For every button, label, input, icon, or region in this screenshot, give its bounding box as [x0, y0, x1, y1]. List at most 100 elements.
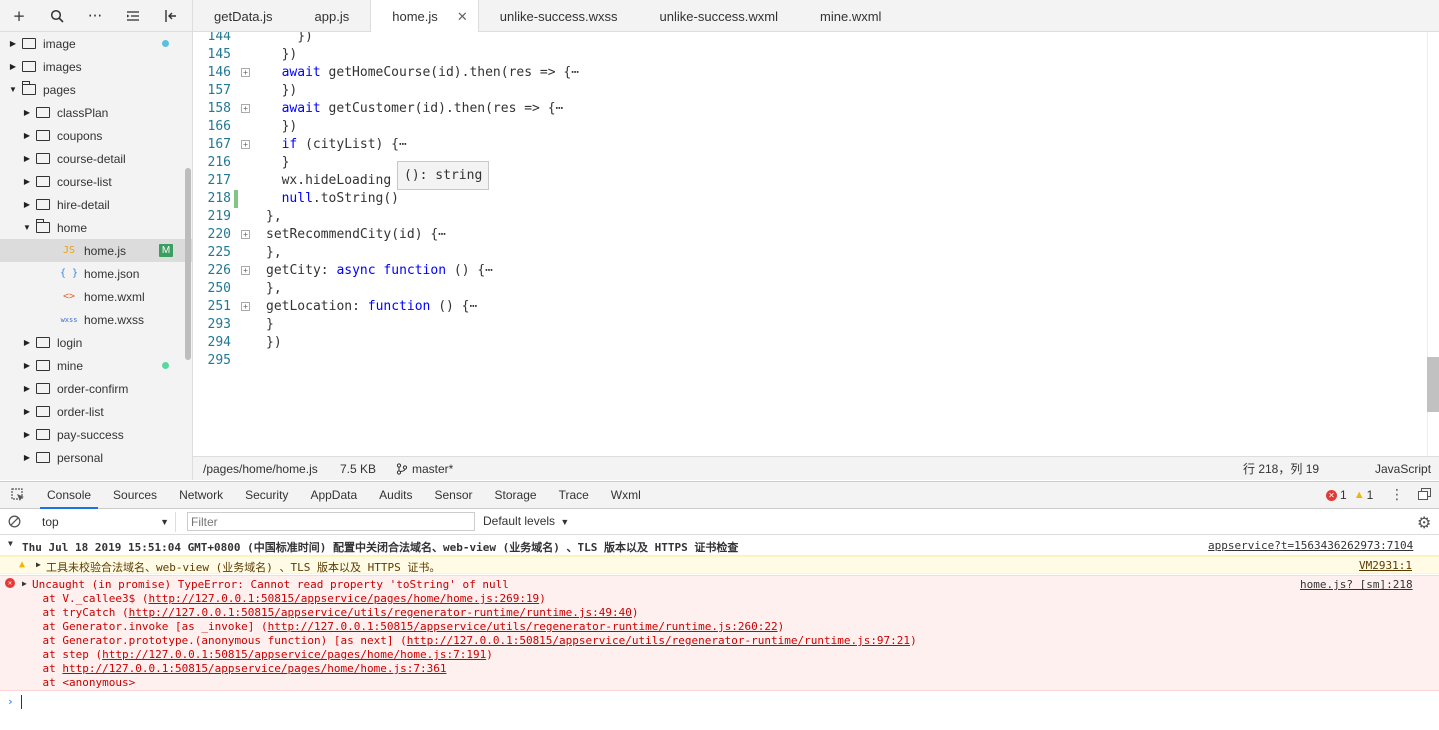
- code-line[interactable]: 166}): [193, 118, 1423, 136]
- code-line[interactable]: 225},: [193, 244, 1423, 262]
- devtools-tab-storage[interactable]: Storage: [484, 482, 548, 509]
- chevron-right-icon[interactable]: ▶: [22, 430, 32, 439]
- devtools-tab-wxml[interactable]: Wxml: [600, 482, 652, 509]
- devtools-tab-sensor[interactable]: Sensor: [424, 482, 484, 509]
- chevron-right-icon[interactable]: ▶: [8, 39, 18, 48]
- code-line[interactable]: 219},: [193, 208, 1423, 226]
- tree-item[interactable]: { } home.json: [0, 262, 192, 285]
- tree-item[interactable]: ▼ home: [0, 216, 192, 239]
- console-group[interactable]: ▼ Thu Jul 18 2019 15:51:04 GMT+0800 (中国标…: [0, 535, 1439, 556]
- chevron-right-icon[interactable]: ▶: [8, 62, 18, 71]
- tree-item[interactable]: ▶ images: [0, 55, 192, 78]
- code-line[interactable]: 145}): [193, 46, 1423, 64]
- code-line[interactable]: 146 + await getHomeCourse(id).then(res => …: [193, 64, 1423, 82]
- tree-item[interactable]: ▶ order-confirm: [0, 377, 192, 400]
- console-group-source-link[interactable]: appservice?t=1563436262973:7104: [1208, 539, 1413, 552]
- tree-item[interactable]: JS home.js M: [0, 239, 192, 262]
- sidebar-scrollbar[interactable]: [185, 168, 191, 360]
- chevron-right-icon[interactable]: ▶: [22, 361, 32, 370]
- expand-arrow-icon[interactable]: ▶: [36, 560, 41, 569]
- code-line[interactable]: 216}: [193, 154, 1423, 172]
- devtools-tab-audits[interactable]: Audits: [368, 482, 423, 509]
- console-prompt[interactable]: ›: [0, 692, 1439, 712]
- stack-frame-link[interactable]: http://127.0.0.1:50815/appservice/pages/…: [148, 592, 539, 605]
- code-line[interactable]: 167 + if (cityList) {⋯: [193, 136, 1423, 154]
- tree-item[interactable]: ▶ course-list: [0, 170, 192, 193]
- console-filter-input[interactable]: [187, 512, 475, 531]
- expand-arrow-icon[interactable]: ▶: [22, 579, 27, 588]
- editor-tab[interactable]: app.js: [294, 0, 371, 32]
- stack-frame-link[interactable]: http://127.0.0.1:50815/appservice/pages/…: [102, 648, 486, 661]
- chevron-down-icon[interactable]: ▼: [8, 85, 18, 94]
- code-line[interactable]: 250},: [193, 280, 1423, 298]
- status-file-path[interactable]: /pages/home/home.js: [203, 462, 318, 476]
- inspect-icon[interactable]: [0, 482, 36, 509]
- console-input-caret[interactable]: [21, 695, 22, 709]
- expand-arrow-icon[interactable]: ▼: [8, 539, 13, 548]
- stack-frame-link[interactable]: http://127.0.0.1:50815/appservice/pages/…: [62, 662, 446, 675]
- code-line[interactable]: 157}): [193, 82, 1423, 100]
- console-warning-row[interactable]: ▲ ▶ 工具未校验合法域名、web-view (业务域名) 、TLS 版本以及 …: [0, 556, 1439, 574]
- chevron-right-icon[interactable]: ▶: [22, 338, 32, 347]
- tree-item[interactable]: ▶ mine: [0, 354, 192, 377]
- tree-item[interactable]: ▶ pay-success: [0, 423, 192, 446]
- console-warning-source-link[interactable]: VM2931:1: [1359, 559, 1412, 572]
- stack-frame-link[interactable]: http://127.0.0.1:50815/appservice/utils/…: [268, 620, 778, 633]
- tree-item[interactable]: ▶ hire-detail: [0, 193, 192, 216]
- status-branch[interactable]: master*: [412, 462, 453, 476]
- clear-console-icon[interactable]: [8, 515, 21, 531]
- editor-tab[interactable]: getData.js: [193, 0, 294, 32]
- status-cursor-position[interactable]: 行 218，列 19: [1243, 460, 1319, 477]
- editor-scrollbar-thumb[interactable]: [1427, 357, 1439, 412]
- code-line[interactable]: 226 + getCity: async function () {⋯: [193, 262, 1423, 280]
- code-line[interactable]: 294}): [193, 334, 1423, 352]
- devtools-tab-appdata[interactable]: AppData: [299, 482, 368, 509]
- tree-item[interactable]: ▶ coupons: [0, 124, 192, 147]
- stack-frame-link[interactable]: http://127.0.0.1:50815/appservice/utils/…: [129, 606, 632, 619]
- editor-tab[interactable]: home.js ✕: [370, 0, 479, 33]
- code-editor[interactable]: 144}) 145}) 146 + await getHomeCourse(id).th…: [193, 32, 1439, 456]
- chevron-right-icon[interactable]: ▶: [22, 200, 32, 209]
- code-line[interactable]: 218 null.toString(): [193, 190, 1423, 208]
- chevron-right-icon[interactable]: ▶: [22, 407, 32, 416]
- issue-counters[interactable]: ✕ 1 ▲ 1: [1326, 488, 1373, 502]
- tree-item[interactable]: ▶ classPlan: [0, 101, 192, 124]
- tree-item[interactable]: ▶ course-detail: [0, 147, 192, 170]
- search-icon[interactable]: [38, 0, 76, 32]
- code-line[interactable]: 293}: [193, 316, 1423, 334]
- stack-frame-link[interactable]: http://127.0.0.1:50815/appservice/utils/…: [407, 634, 910, 647]
- editor-tab[interactable]: unlike-success.wxml: [639, 0, 799, 32]
- tree-item[interactable]: ▶ order-list: [0, 400, 192, 423]
- plus-icon[interactable]: +: [0, 0, 38, 32]
- chevron-down-icon[interactable]: ▼: [22, 223, 32, 232]
- code-line[interactable]: 217 wx.hideLoading: [193, 172, 1423, 190]
- devtools-tab-security[interactable]: Security: [234, 482, 299, 509]
- tree-item[interactable]: ▶ image: [0, 32, 192, 55]
- editor-tab[interactable]: unlike-success.wxss: [479, 0, 639, 32]
- devtools-tab-trace[interactable]: Trace: [548, 482, 600, 509]
- tree-item[interactable]: ▼ pages: [0, 78, 192, 101]
- chevron-right-icon[interactable]: ▶: [22, 131, 32, 140]
- code-line[interactable]: 144}): [193, 32, 1423, 46]
- code-line[interactable]: 251 + getLocation: function () {⋯: [193, 298, 1423, 316]
- console-error-block[interactable]: ✕ ▶ Uncaught (in promise) TypeError: Can…: [0, 575, 1439, 691]
- fold-expand-icon[interactable]: +: [241, 140, 250, 149]
- close-icon[interactable]: ✕: [457, 9, 468, 25]
- collapse-icon[interactable]: [114, 0, 152, 32]
- code-line[interactable]: 220 + setRecommendCity(id) {⋯: [193, 226, 1423, 244]
- code-line[interactable]: 295: [193, 352, 1423, 370]
- tree-item[interactable]: wxss home.wxss: [0, 308, 192, 331]
- fold-expand-icon[interactable]: +: [241, 302, 250, 311]
- code-line[interactable]: 158 + await getCustomer(id).then(res => {⋯: [193, 100, 1423, 118]
- tree-item[interactable]: ▶ login: [0, 331, 192, 354]
- fold-expand-icon[interactable]: +: [241, 68, 250, 77]
- fold-expand-icon[interactable]: +: [241, 230, 250, 239]
- tree-item[interactable]: <> home.wxml: [0, 285, 192, 308]
- devtools-tab-network[interactable]: Network: [168, 482, 234, 509]
- devtools-tab-console[interactable]: Console: [36, 482, 102, 509]
- gear-icon[interactable]: ⚙: [1417, 513, 1431, 532]
- log-levels-select[interactable]: Default levels ▼: [483, 514, 569, 528]
- chevron-right-icon[interactable]: ▶: [22, 453, 32, 462]
- status-language[interactable]: JavaScript: [1375, 462, 1431, 476]
- devtools-tab-sources[interactable]: Sources: [102, 482, 168, 509]
